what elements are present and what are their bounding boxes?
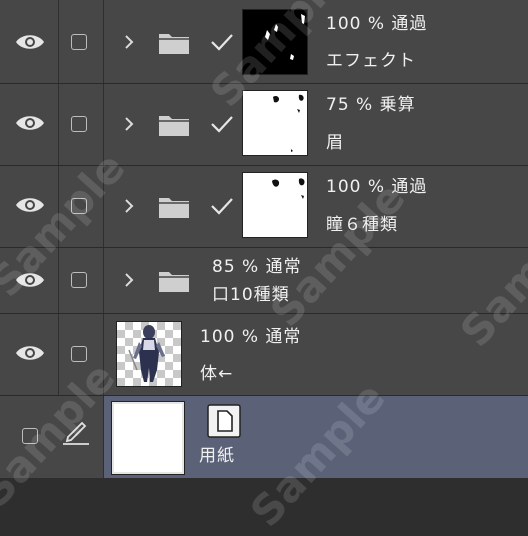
layer-thumbnail <box>242 90 308 156</box>
layer-name: 眉 <box>326 133 344 153</box>
checkbox-icon[interactable] <box>71 34 87 50</box>
checkbox-icon[interactable] <box>22 428 38 444</box>
folder-icon <box>159 34 189 54</box>
layer-row-mouth[interactable]: 85 % 通常 口10種類 <box>0 248 528 314</box>
page-icon <box>207 404 241 438</box>
layer-row-paper[interactable] <box>0 396 528 478</box>
chevron-right-icon[interactable] <box>122 115 136 133</box>
visibility-cell[interactable] <box>0 314 59 395</box>
blend-mode-text: 通常 <box>265 257 302 277</box>
layer-thumbnail <box>242 9 308 75</box>
chevron-right-icon[interactable] <box>122 197 136 215</box>
layer-opacity-blend: 100 % 通常 <box>200 329 301 346</box>
folder-icon <box>159 272 189 292</box>
blend-mode-text: 通過 <box>391 177 428 197</box>
visibility-cell[interactable] <box>0 166 59 247</box>
layer-name: 用紙 <box>199 446 235 466</box>
visibility-cell[interactable] <box>0 0 59 83</box>
checkmark-icon[interactable] <box>209 195 235 217</box>
folder-icon <box>159 116 189 136</box>
layer-opacity-blend: 85 % 通常 <box>212 259 302 276</box>
opacity-text: 100 % <box>326 177 386 197</box>
layer-opacity-blend: 100 % 通過 <box>326 179 427 196</box>
layer-name: エフェクト <box>326 51 416 71</box>
opacity-text: 75 % <box>326 95 374 115</box>
layer-opacity-blend: 75 % 乗算 <box>326 97 416 114</box>
chevron-right-icon[interactable] <box>122 33 136 51</box>
layer-row-effect[interactable]: 100 % 通過 エフェクト <box>0 0 528 84</box>
checkbox-icon[interactable] <box>71 346 87 362</box>
checkbox-icon[interactable] <box>71 116 87 132</box>
layer-row-eyebrow[interactable]: 75 % 乗算 眉 <box>0 84 528 166</box>
eye-icon[interactable] <box>14 112 46 134</box>
layer-thumbnail <box>116 321 182 387</box>
opacity-text: 100 % <box>200 327 260 347</box>
layer-row-body[interactable]: 100 % 通常 体← <box>0 314 528 396</box>
checkmark-icon[interactable] <box>209 113 235 135</box>
folder-icon <box>159 198 189 218</box>
checkmark-icon[interactable] <box>209 31 235 53</box>
layer-name: 体← <box>200 364 234 384</box>
blend-mode-text: 通過 <box>391 14 428 34</box>
opacity-text: 85 % <box>212 257 260 277</box>
layer-thumbnail <box>242 172 308 238</box>
checkbox-icon[interactable] <box>71 198 87 214</box>
layer-name: 瞳６種類 <box>326 215 398 235</box>
opacity-text: 100 % <box>326 14 386 34</box>
eye-icon[interactable] <box>14 342 46 364</box>
pen-icon[interactable] <box>62 416 90 446</box>
eye-icon[interactable] <box>14 269 46 291</box>
visibility-cell[interactable] <box>0 248 59 313</box>
paper-thumbnail <box>111 401 185 475</box>
eye-icon[interactable] <box>14 31 46 53</box>
checkbox-icon[interactable] <box>71 272 87 288</box>
chevron-right-icon[interactable] <box>122 271 136 289</box>
blend-mode-text: 通常 <box>265 327 302 347</box>
visibility-cell[interactable] <box>0 84 59 165</box>
layer-name: 口10種類 <box>212 285 290 305</box>
layer-opacity-blend: 100 % 通過 <box>326 16 427 33</box>
layer-row-eyes[interactable]: 100 % 通過 瞳６種類 <box>0 166 528 248</box>
blend-mode-text: 乗算 <box>379 95 416 115</box>
eye-icon[interactable] <box>14 194 46 216</box>
